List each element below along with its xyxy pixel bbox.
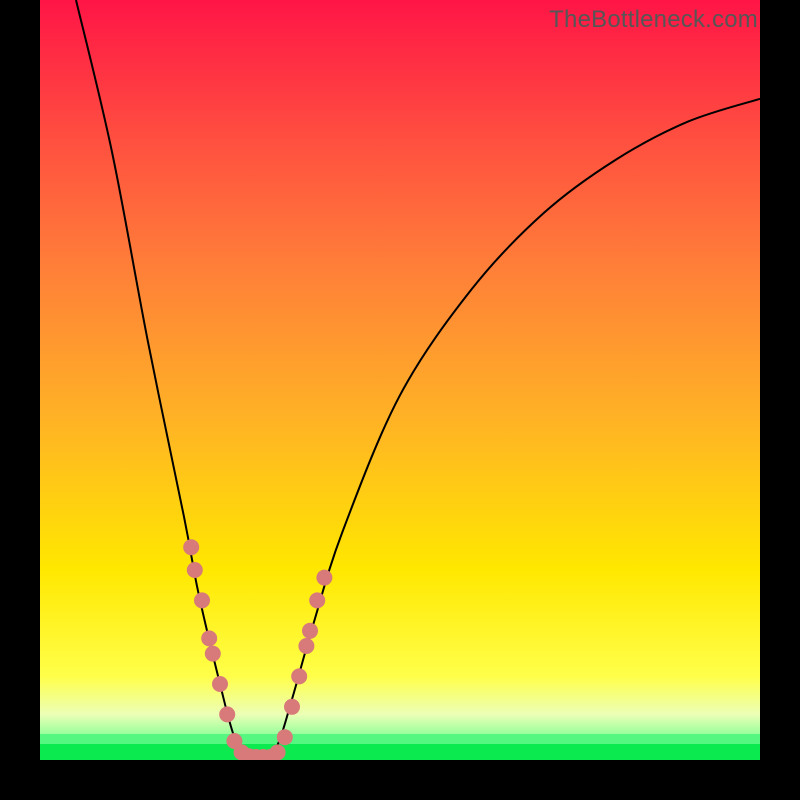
highlight-dot [277,729,293,745]
highlight-dots [183,539,332,760]
highlight-dot [270,744,286,760]
highlight-dot [212,676,228,692]
highlight-dot [316,570,332,586]
curve-layer [40,0,760,760]
plot-area [40,0,760,760]
bottleneck-curve [76,0,760,760]
watermark-text: TheBottleneck.com [549,6,758,34]
highlight-dot [201,630,217,646]
highlight-dot [302,623,318,639]
highlight-dot [284,699,300,715]
highlight-dot [183,539,199,555]
highlight-dot [194,592,210,608]
highlight-dot [291,668,307,684]
chart-canvas: TheBottleneck.com [0,0,800,800]
highlight-dot [205,646,221,662]
highlight-dot [309,592,325,608]
highlight-dot [298,638,314,654]
highlight-dot [187,562,203,578]
highlight-dot [219,706,235,722]
